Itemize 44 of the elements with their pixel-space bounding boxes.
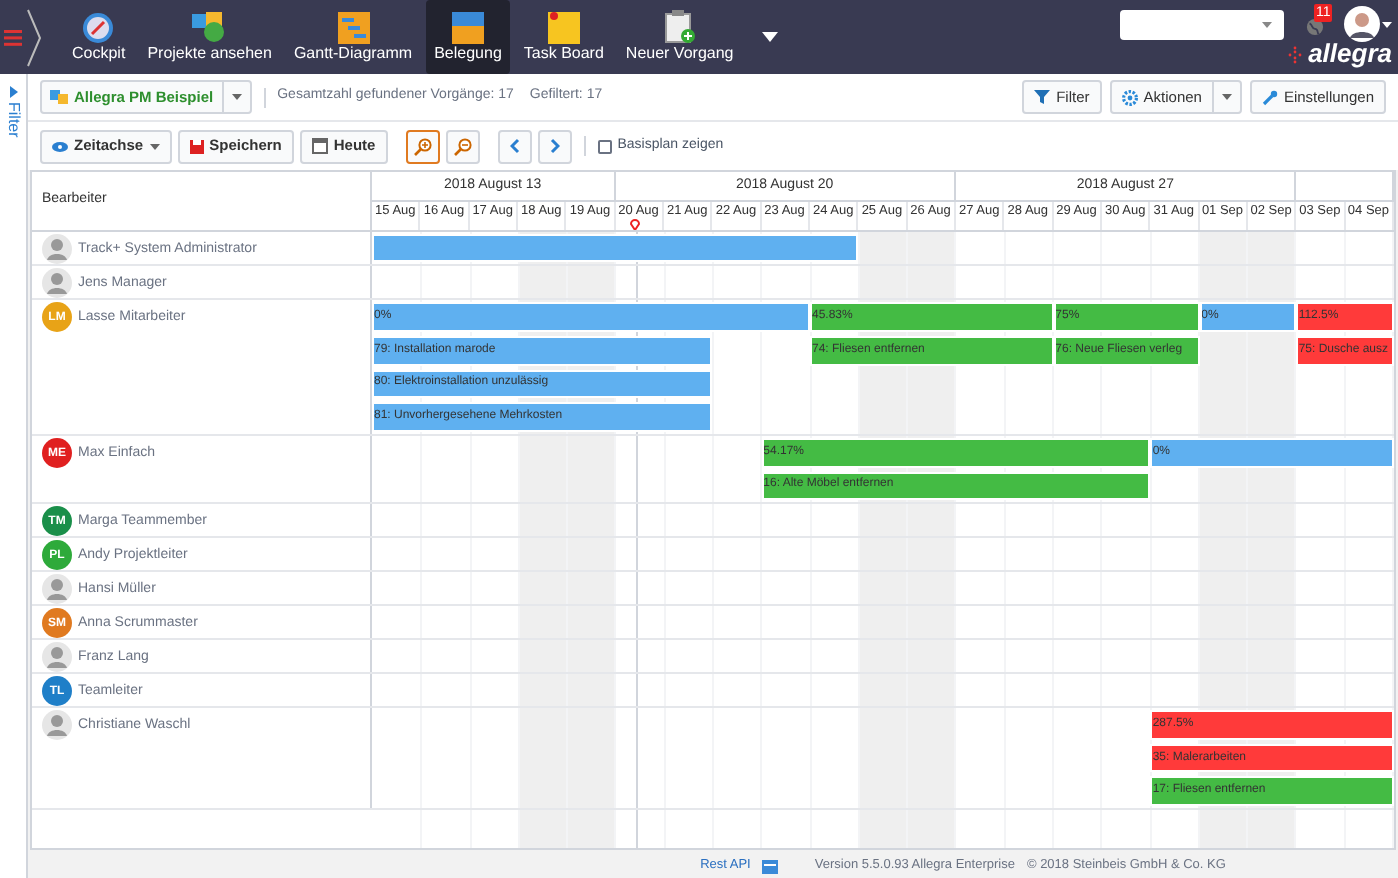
search-select[interactable] (1120, 9, 1284, 39)
chevron-left-icon (509, 138, 520, 154)
sticky-note-icon (547, 11, 580, 43)
nav-item[interactable]: Gantt-Diagramm (285, 0, 421, 74)
caret-icon[interactable] (1382, 21, 1392, 27)
avatar-icon[interactable] (1344, 6, 1380, 42)
funnel-icon (1034, 90, 1051, 104)
gauge-icon (82, 11, 115, 43)
zoom-in-icon (413, 137, 432, 155)
puzzle-icon (191, 11, 228, 43)
zoom-out-icon (453, 137, 472, 155)
caret-icon (231, 94, 242, 100)
nav-item[interactable]: Cockpit (64, 0, 134, 74)
calendar-icon (311, 138, 328, 154)
project-icon (50, 90, 68, 104)
checkbox[interactable] (597, 139, 612, 153)
nav-item[interactable]: Task Board (515, 0, 612, 74)
zoom-out-button[interactable] (445, 129, 480, 163)
chevron-icon (26, 7, 42, 67)
nav-item[interactable]: Neuer Vorgang (617, 0, 742, 74)
allocation-bar[interactable] (372, 234, 859, 262)
next-button[interactable] (537, 129, 572, 163)
api-icon (762, 859, 779, 873)
expand-icon[interactable] (9, 86, 17, 98)
menu-icon[interactable] (4, 29, 22, 45)
eye-icon (52, 141, 68, 151)
logo-dots-icon (1288, 45, 1303, 63)
filter-tab[interactable]: Filter (1, 102, 25, 138)
caret-icon[interactable] (761, 32, 778, 42)
chevron-right-icon (549, 138, 560, 154)
caret-icon (149, 143, 160, 149)
calendar-grid-icon (451, 11, 484, 43)
nav-item[interactable]: Projekte ansehen (139, 0, 280, 74)
clipboard-icon (663, 10, 696, 44)
previous-button[interactable] (497, 129, 532, 163)
caret-icon (1262, 21, 1272, 27)
wrench-icon (1261, 89, 1278, 105)
nav-item[interactable]: Belegung (426, 0, 510, 74)
logo-text: allegra (1308, 40, 1392, 68)
zoom-in-button[interactable] (405, 129, 440, 163)
chart-icon (337, 11, 370, 43)
caret-icon (1221, 94, 1232, 100)
save-icon (189, 139, 204, 153)
gear-icon (1121, 89, 1138, 105)
